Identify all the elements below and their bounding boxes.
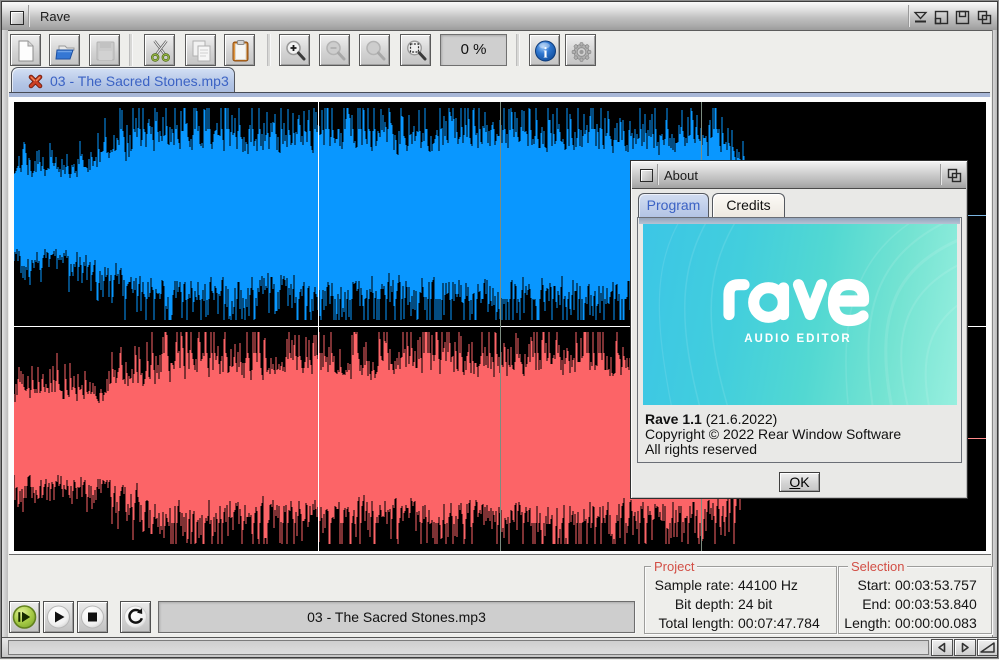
svg-text:AUDIO EDITOR: AUDIO EDITOR (744, 333, 852, 345)
svg-text:i: i (543, 46, 547, 62)
